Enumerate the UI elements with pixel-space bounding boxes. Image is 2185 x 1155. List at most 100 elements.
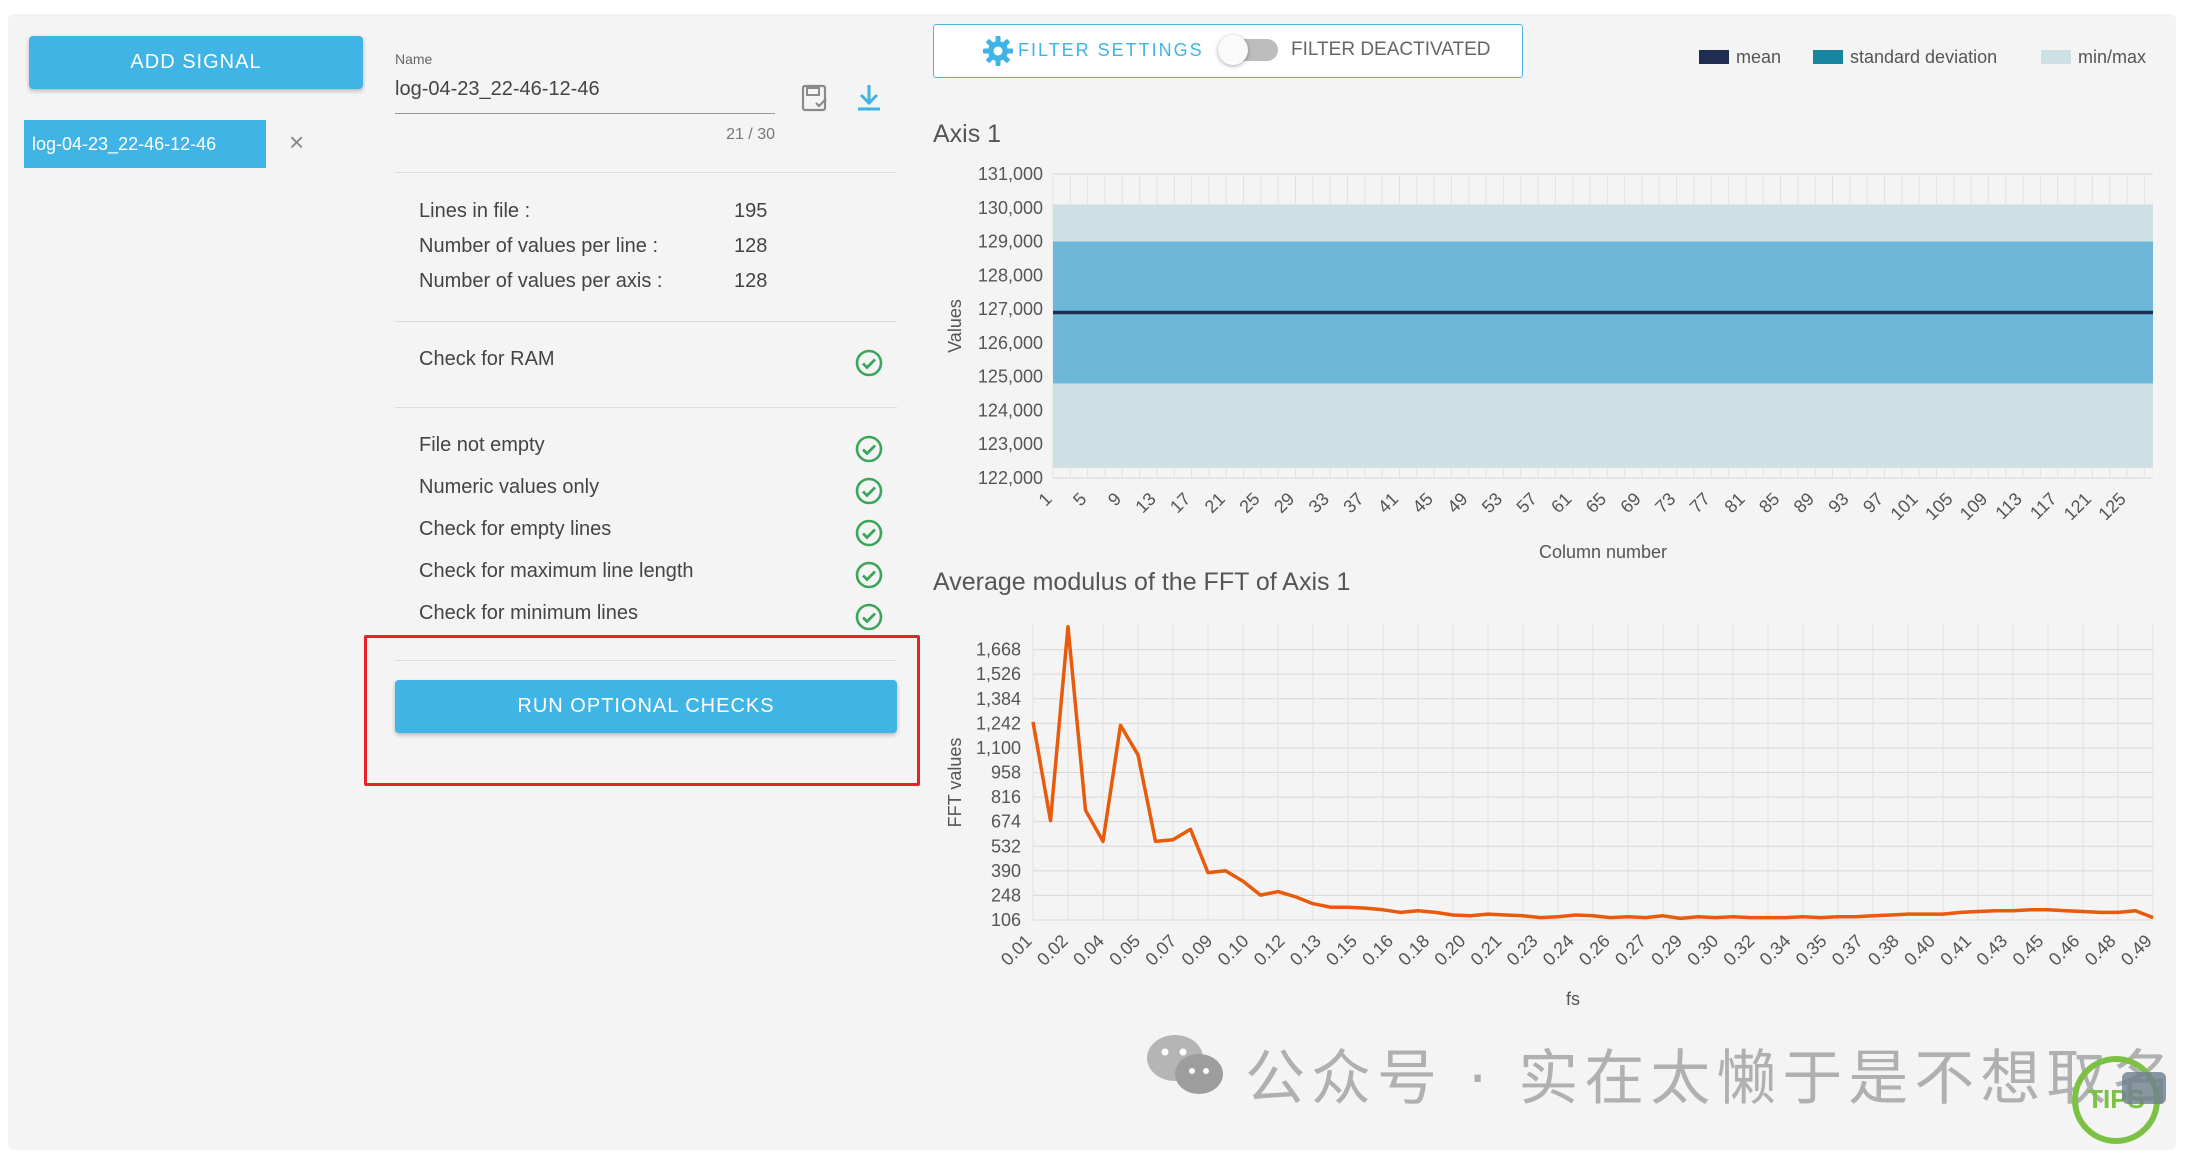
x-tick-label: 97 (1859, 489, 1887, 517)
filter-state-label: FILTER DEACTIVATED (1291, 39, 1491, 60)
x-tick-label: 21 (1201, 489, 1229, 517)
y-tick-label: 122,000 (978, 468, 1043, 488)
x-tick-label: 13 (1131, 489, 1159, 517)
check-empty-lines-label: Check for empty lines (419, 518, 612, 540)
stat-values-per-axis-label: Number of values per axis : (419, 270, 663, 292)
x-tick-label: 65 (1582, 489, 1610, 517)
check-circle-icon (855, 477, 883, 505)
stat-values-per-axis-value: 128 (734, 270, 768, 292)
x-tick-label: 49 (1443, 489, 1471, 517)
axis1-chart: 122,000 123,000 124,000 125,000 126,000 127,0… (945, 164, 2153, 562)
x-tick-label: 121 (2060, 489, 2095, 524)
x-tick-label: 0.04 (1069, 931, 1108, 970)
y-tick-label: 130,000 (978, 198, 1043, 218)
y-tick-label: 123,000 (978, 434, 1043, 454)
y-tick-label: 532 (991, 836, 1021, 856)
stat-values-per-line-value: 128 (734, 235, 768, 257)
name-char-counter: 21 / 30 (726, 126, 775, 143)
x-tick-label: 0.21 (1467, 931, 1506, 970)
y-axis-title: FFT values (945, 738, 965, 828)
x-tick-label: 113 (1991, 489, 2025, 523)
legend-label-minmax: min/max (2078, 47, 2147, 67)
x-tick-label: 85 (1755, 489, 1783, 517)
x-tick-label: 41 (1374, 489, 1402, 517)
legend-swatch-minmax (2041, 50, 2071, 64)
y-tick-label: 129,000 (978, 232, 1043, 252)
wechat-logo (1147, 1035, 1223, 1094)
y-tick-label: 674 (991, 812, 1021, 832)
x-tick-label: 125 (2094, 489, 2129, 524)
y-tick-label: 127,000 (978, 299, 1043, 319)
name-input-underline (395, 113, 775, 114)
remove-signal-icon[interactable]: × (289, 127, 304, 158)
x-tick-label: 9 (1104, 489, 1125, 510)
x-tick-label: 0.37 (1828, 931, 1867, 970)
x-tick-label: 57 (1513, 489, 1541, 517)
x-tick-label: 1 (1035, 489, 1056, 510)
x-tick-label: 0.45 (2009, 931, 2048, 970)
stat-lines-value: 195 (734, 200, 768, 222)
x-tick-label: 77 (1686, 489, 1714, 517)
download-icon[interactable] (853, 82, 885, 114)
y-tick-label: 126,000 (978, 333, 1043, 353)
x-tick-label: 0.01 (997, 931, 1036, 970)
check-numeric-label: Numeric values only (419, 476, 600, 498)
x-tick-label: 0.32 (1719, 931, 1758, 970)
tips-badge-icon: TIPS (2072, 1056, 2166, 1144)
y-tick-label: 106 (991, 910, 1021, 930)
name-input[interactable]: log-04-23_22-46-12-46 (395, 78, 775, 108)
x-tick-label: 17 (1166, 489, 1194, 517)
gear-icon[interactable] (982, 35, 1014, 67)
stat-lines-label: Lines in file : (419, 200, 531, 222)
y-tick-label: 124,000 (978, 400, 1043, 420)
x-tick-label: 0.46 (2045, 931, 2084, 970)
y-tick-label: 1,668 (976, 640, 1021, 660)
x-tick-label: 0.24 (1539, 931, 1578, 970)
save-icon[interactable] (799, 82, 831, 114)
x-tick-label: 0.16 (1358, 931, 1397, 970)
check-circle-icon (855, 561, 883, 589)
y-tick-label: 1,242 (976, 713, 1021, 733)
name-field-label: Name (395, 51, 433, 67)
y-axis-title: Values (945, 299, 965, 353)
y-tick-label: 128,000 (978, 265, 1043, 285)
x-tick-label: 0.40 (1900, 931, 1939, 970)
x-tick-label: 0.26 (1575, 931, 1614, 970)
chart-fft-title: Average modulus of the FFT of Axis 1 (933, 568, 1351, 596)
filter-settings-button[interactable]: FILTER SETTINGS (1018, 40, 1204, 61)
x-tick-label: 0.18 (1394, 931, 1433, 970)
x-tick-label: 33 (1305, 489, 1333, 517)
check-circle-icon (855, 435, 883, 463)
x-tick-label: 5 (1069, 489, 1090, 510)
x-tick-label: 0.15 (1322, 931, 1361, 970)
run-optional-checks-button[interactable]: RUN OPTIONAL CHECKS (395, 680, 897, 733)
x-tick-label: 0.29 (1647, 931, 1686, 970)
x-tick-label: 109 (1956, 489, 1991, 524)
x-tick-label: 0.09 (1178, 931, 1217, 970)
filter-toggle-knob[interactable] (1218, 35, 1248, 65)
legend-swatch-std (1813, 50, 1843, 64)
x-tick-label: 81 (1720, 489, 1748, 517)
check-circle-icon (855, 519, 883, 547)
divider (395, 321, 897, 322)
check-max-line-length-label: Check for maximum line length (419, 560, 694, 582)
check-min-lines-label: Check for minimum lines (419, 602, 638, 624)
x-tick-label: 0.35 (1792, 931, 1831, 970)
x-tick-label: 89 (1790, 489, 1818, 517)
y-tick-label: 390 (991, 861, 1021, 881)
legend-label-mean: mean (1736, 47, 1782, 67)
divider (395, 407, 897, 408)
y-tick-label: 816 (991, 787, 1021, 807)
x-tick-label: 0.07 (1141, 931, 1180, 970)
x-tick-label: 0.43 (1972, 931, 2011, 970)
x-tick-label: 61 (1547, 489, 1575, 517)
legend-swatch-mean (1699, 50, 1729, 64)
x-tick-label: 117 (2026, 489, 2060, 523)
signal-list-item[interactable]: log-04-23_22-46-12-46 (24, 120, 266, 168)
x-tick-label: 0.10 (1214, 931, 1253, 970)
x-tick-label: 105 (1921, 489, 1956, 524)
add-signal-button[interactable]: ADD SIGNAL (29, 36, 363, 89)
watermark-text: 公众号 · 实在太懒于是不想取名 (1245, 1044, 2179, 1114)
y-tick-label: 958 (991, 763, 1021, 783)
divider (395, 172, 897, 173)
